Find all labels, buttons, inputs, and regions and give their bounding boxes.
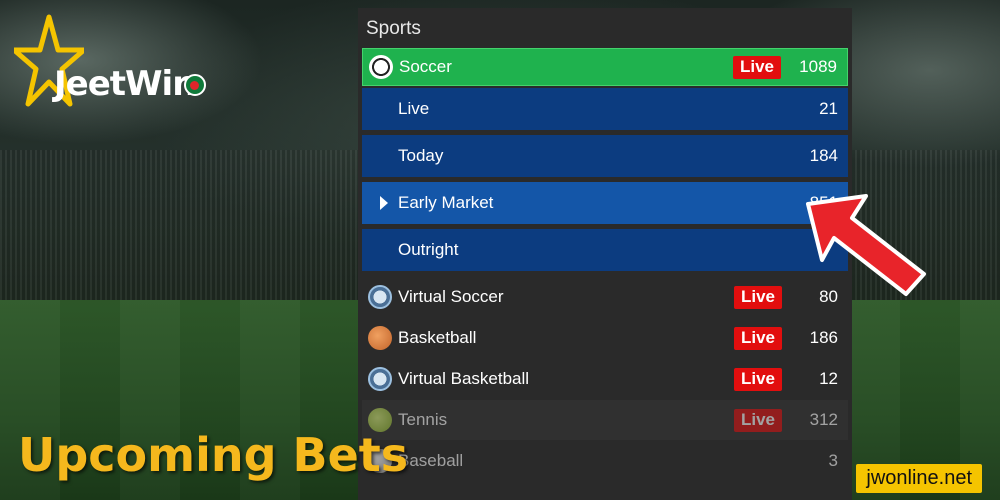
sport-item-baseball[interactable]: Baseball 3: [362, 441, 848, 481]
sport-label: Soccer: [399, 57, 452, 76]
event-count: 1089: [799, 57, 837, 76]
virtual-basketball-icon: [368, 367, 392, 391]
bangladesh-flag-icon: [184, 74, 206, 96]
sport-label: Virtual Soccer: [398, 287, 504, 306]
sub-item-label: Live: [398, 99, 430, 118]
event-count: 184: [809, 146, 838, 165]
pointer-arrow-icon: [806, 194, 926, 296]
sub-item-label: Today: [398, 146, 444, 165]
jeetwin-logo: JeetWin: [14, 14, 224, 114]
live-badge: Live: [733, 408, 782, 432]
sports-panel: Sports Soccer Live 1089 Live 21 Today 18…: [358, 8, 852, 500]
sport-label: Basketball: [398, 328, 477, 347]
event-count: 3: [828, 451, 838, 470]
live-badge: Live: [733, 367, 782, 391]
sport-item-tennis[interactable]: Tennis Live 312: [362, 400, 848, 440]
soccer-sub-item-outright[interactable]: Outright: [362, 229, 848, 273]
event-count: 312: [809, 410, 838, 429]
soccer-sub-item-today[interactable]: Today 184: [362, 135, 848, 179]
sport-label: Virtual Basketball: [398, 369, 530, 388]
soccer-sub-item-early-market[interactable]: Early Market 851: [362, 182, 848, 226]
site-url-tag: jwonline.net: [856, 464, 982, 493]
event-count: 12: [819, 369, 838, 388]
live-badge: Live: [733, 326, 782, 350]
sport-item-soccer[interactable]: Soccer Live 1089: [362, 48, 848, 86]
soccer-sub-item-live[interactable]: Live 21: [362, 88, 848, 132]
sport-item-virtual-basketball[interactable]: Virtual Basketball Live 12: [362, 359, 848, 399]
logo-text-part1: Jeet: [54, 64, 126, 104]
virtual-soccer-icon: [368, 285, 392, 309]
sport-label: Tennis: [398, 410, 448, 429]
caret-right-icon: [380, 196, 388, 210]
sport-item-basketball[interactable]: Basketball Live 186: [362, 318, 848, 358]
sub-item-label: Early Market: [398, 193, 494, 212]
sport-item-virtual-soccer[interactable]: Virtual Soccer Live 80: [362, 277, 848, 317]
event-count: 21: [819, 99, 838, 118]
basketball-icon: [368, 326, 392, 350]
live-badge: Live: [733, 285, 782, 309]
live-badge: Live: [732, 55, 781, 79]
caption-upcoming-bets: Upcoming Bets: [18, 428, 409, 482]
logo-text: JeetWin: [54, 64, 196, 104]
event-count: 186: [809, 328, 838, 347]
sub-item-label: Outright: [398, 240, 459, 259]
soccer-ball-icon: [369, 55, 393, 79]
panel-title: Sports: [366, 18, 421, 39]
